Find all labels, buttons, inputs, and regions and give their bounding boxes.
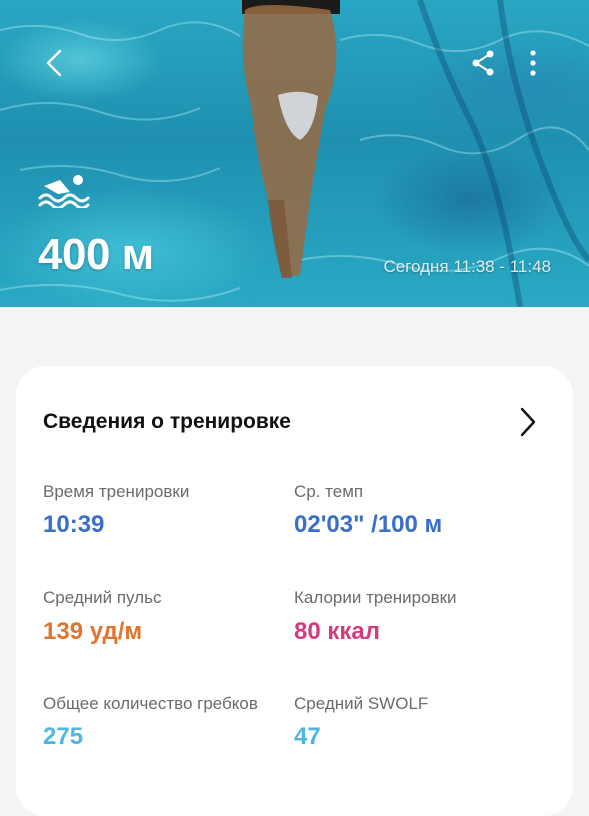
- metric-label-strokes: Общее количество гребков: [43, 694, 258, 713]
- metric-label-duration: Время тренировки: [43, 482, 190, 501]
- metric-value-heart-rate: 139 уд/м: [43, 618, 143, 645]
- metric-value-pace: 02'03" /100 м: [294, 511, 443, 538]
- back-button[interactable]: [34, 43, 74, 83]
- metric-value-strokes: 275: [43, 723, 84, 750]
- swimming-icon: [38, 175, 90, 208]
- workout-header-image: 400 м Сегодня 11:38 - 11:48: [0, 0, 589, 307]
- more-vertical-icon: [530, 50, 536, 76]
- share-icon: [472, 50, 494, 76]
- metric-value-duration: 10:39: [43, 511, 105, 538]
- share-button[interactable]: [463, 43, 503, 83]
- more-options-button[interactable]: [513, 43, 553, 83]
- metric-label-swolf: Средний SWOLF: [294, 694, 429, 713]
- workout-details-card: Сведения о тренировке Время тренировки 1…: [16, 366, 573, 816]
- workout-details-header[interactable]: Сведения о тренировке: [16, 366, 573, 478]
- metric-label-pace: Ср. темп: [294, 482, 364, 501]
- metric-value-swolf: 47: [294, 723, 321, 750]
- chevron-left-icon: [46, 49, 62, 77]
- metric-label-heart-rate: Средний пульс: [43, 588, 162, 607]
- metric-value-calories: 80 ккал: [294, 618, 380, 645]
- distance-value: 400 м: [38, 230, 154, 279]
- card-title: Сведения о тренировке: [43, 410, 291, 433]
- workout-time-range: Сегодня 11:38 - 11:48: [383, 257, 551, 276]
- chevron-right-icon: [520, 407, 536, 437]
- metric-label-calories: Калории тренировки: [294, 588, 457, 607]
